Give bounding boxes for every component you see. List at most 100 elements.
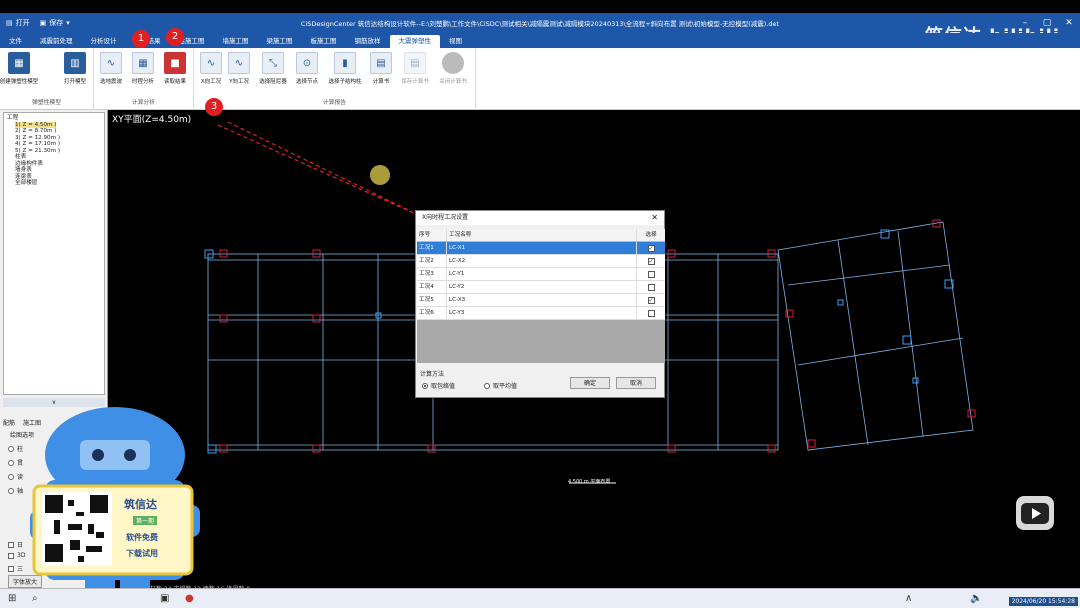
tree-root[interactable]: 工程 (7, 115, 18, 121)
column-header: 序号 (417, 229, 447, 241)
menu-item-7[interactable]: 板施工图 (302, 35, 346, 48)
select-wave-button[interactable]: ∿ 选地震波 (94, 52, 128, 85)
table-row[interactable]: 工况3 LC-Y1 (417, 268, 665, 281)
save-report-button[interactable]: ▤ 保存计算书 (398, 52, 432, 85)
case-id: 工况4 (417, 281, 447, 293)
ok-button[interactable]: 确定 (570, 377, 610, 389)
select-checkbox[interactable] (647, 283, 655, 291)
windows-start-icon[interactable]: ⊞ (8, 593, 16, 604)
tree-item[interactable]: 柱表 (15, 154, 26, 160)
read-results-button[interactable]: ■ 读取结果 (158, 52, 192, 85)
menu-item-8[interactable]: 钢筋放样 (346, 35, 390, 48)
time-history-button[interactable]: ▦ 时程分析 (126, 52, 160, 85)
open-button[interactable]: ▤ 打开 (6, 18, 30, 28)
powerpoint-icon[interactable]: ● (185, 593, 194, 604)
menu-item-5[interactable]: 墙施工图 (214, 35, 258, 48)
y-wave-icon: ∿ (228, 52, 250, 74)
mascot-sub: 第一期 (133, 516, 158, 525)
table-row[interactable]: 工况6 LC-Y3 (417, 307, 665, 320)
calculator-icon: ▦ (132, 52, 154, 74)
menu-item-10[interactable]: 视图 (440, 35, 471, 48)
view-label: XY平面(Z=4.50m) (112, 115, 192, 125)
case-name: LC-Y3 (447, 307, 637, 319)
circle-icon (442, 52, 464, 74)
clock: 2024/06/20 15:54:28 (1008, 597, 1078, 606)
ribbon-group-report: ∿ X向工况 ∿ Y向工况 ⤡ 选择阻尼器 ⊙ 选择节点 ▮ 选择子结构柱 ▤ 计算书 ▤ 保… (194, 48, 476, 110)
ribbon: ▦ 创建弹塑性模型 ▥ 打开模型 弹塑性模型 ∿ 选地震波 ▦ 时程分析 ■ 读取结果 计… (0, 48, 1080, 110)
case-name: LC-X1 (447, 242, 637, 254)
close-report-button[interactable]: 关闭计算书 (436, 52, 470, 85)
marker-1: 1 (132, 30, 150, 48)
tree-floor[interactable]: 5( Z = 21.30m ) (15, 148, 60, 154)
window-title: CiSDesignCenter 筑信达结构设计软件--E:\刘楚鹏\工作文件\C… (300, 20, 780, 28)
select-checkbox[interactable] (647, 270, 655, 278)
column-header: 选择 (645, 231, 657, 238)
tab-reinforcement[interactable]: 配筋 (3, 418, 15, 427)
method-average-radio[interactable]: 取平均值 (484, 381, 517, 390)
mascot-overlay: 筑信达 第一期 软件免费 下载试用 (30, 400, 200, 608)
menu-item-1[interactable]: 减震前处理 (31, 35, 82, 48)
case-id: 工况2 (417, 255, 447, 267)
report-button[interactable]: ▤ 计算书 (364, 52, 398, 85)
report-icon: ▤ (370, 52, 392, 74)
tree-item[interactable]: 边缘构件表 (15, 161, 43, 167)
close-icon[interactable]: ✕ (651, 211, 658, 225)
tree-item[interactable]: 墙身表 (15, 167, 32, 173)
case-id: 工况3 (417, 268, 447, 280)
option-2[interactable]: 贯 (8, 458, 23, 467)
menu-item-6[interactable]: 梁施工图 (258, 35, 302, 48)
marker-2: 2 (166, 28, 184, 46)
node-cursor-icon: ⊙ (296, 52, 318, 74)
case-settings-dialog: X向时程工况设置 ✕ 序号 工况名称 选择 工况1 LC-X1 ✓ 工况2 LC-X2 ✓ 工况3… (415, 210, 665, 398)
menu-bar: 文件减震前处理分析设计计算结果柱施工图墙施工图梁施工图板施工图钢筋放样大震弹塑性… (0, 33, 1080, 48)
tree-floor[interactable]: 2( Z = 8.70m ) (15, 128, 56, 134)
check-2[interactable]: 3D (8, 552, 25, 559)
volume-icon[interactable]: 🔈 (970, 593, 982, 604)
menu-item-9[interactable]: 大震弹塑性 (389, 35, 440, 48)
open-model-button[interactable]: ▥ 打开模型 (58, 52, 92, 85)
check-3[interactable]: 三 (8, 564, 23, 573)
tree-item[interactable]: 全部楼层 (15, 180, 37, 186)
tree-floor[interactable]: 3( Z = 12.90m ) (15, 135, 60, 141)
marker-3: 3 (205, 98, 223, 116)
close-icon[interactable]: ✕ (1058, 13, 1080, 33)
select-damper-button[interactable]: ⤡ 选择阻尼器 (256, 52, 290, 85)
table-row[interactable]: 工况2 LC-X2 ✓ (417, 255, 665, 268)
ribbon-group-model: ▦ 创建弹塑性模型 ▥ 打开模型 弹塑性模型 (0, 48, 94, 110)
case-id: 工况6 (417, 307, 447, 319)
select-checkbox[interactable]: ✓ (647, 244, 655, 252)
option-4[interactable]: 轴 (8, 486, 23, 495)
case-id: 工况1 (417, 242, 447, 254)
case-name: LC-X3 (447, 294, 637, 306)
create-model-button[interactable]: ▦ 创建弹塑性模型 (0, 52, 38, 85)
top-strip (0, 0, 1080, 13)
table-row[interactable]: 工况5 LC-X3 ✓ (417, 294, 665, 307)
menu-item-0[interactable]: 文件 (0, 35, 31, 48)
save-button[interactable]: ▣ 保存 ▾ (40, 18, 70, 28)
option-1[interactable]: 柱 (8, 444, 23, 453)
check-1[interactable]: 日 (8, 540, 23, 549)
select-checkbox[interactable]: ✓ (647, 296, 655, 304)
building-icon: ▦ (8, 52, 30, 74)
table-row[interactable]: 工况1 LC-X1 ✓ (417, 242, 665, 255)
select-checkbox[interactable]: ✓ (647, 257, 655, 265)
case-name: LC-Y1 (447, 268, 637, 280)
column-cursor-icon: ▮ (334, 52, 356, 74)
tree-item[interactable]: 连梁表 (15, 174, 32, 180)
ribbon-group-analysis: ∿ 选地震波 ▦ 时程分析 ■ 读取结果 计算分析 (94, 48, 194, 110)
app-icon[interactable]: ▣ (160, 593, 169, 604)
option-3[interactable]: 读 (8, 472, 23, 481)
select-checkbox[interactable] (647, 309, 655, 317)
video-play-icon[interactable] (1016, 496, 1054, 530)
y-case-button[interactable]: ∿ Y向工况 (222, 52, 256, 85)
chevron-up-icon[interactable]: ∧ (905, 593, 912, 604)
table-row[interactable]: 工况4 LC-Y2 (417, 281, 665, 294)
menu-item-2[interactable]: 分析设计 (82, 35, 126, 48)
select-node-button[interactable]: ⊙ 选择节点 (290, 52, 324, 85)
select-substructure-button[interactable]: ▮ 选择子结构柱 (328, 52, 362, 85)
cancel-button[interactable]: 取消 (616, 377, 656, 389)
case-table: 序号 工况名称 选择 工况1 LC-X1 ✓ 工况2 LC-X2 ✓ 工况3 LC-Y1 工况4 LC-… (417, 229, 665, 363)
search-icon[interactable]: ⌕ (32, 593, 38, 604)
method-envelope-radio[interactable]: 取包络值 (422, 381, 455, 390)
tree-floor[interactable]: 4( Z = 17.10m ) (15, 141, 60, 147)
